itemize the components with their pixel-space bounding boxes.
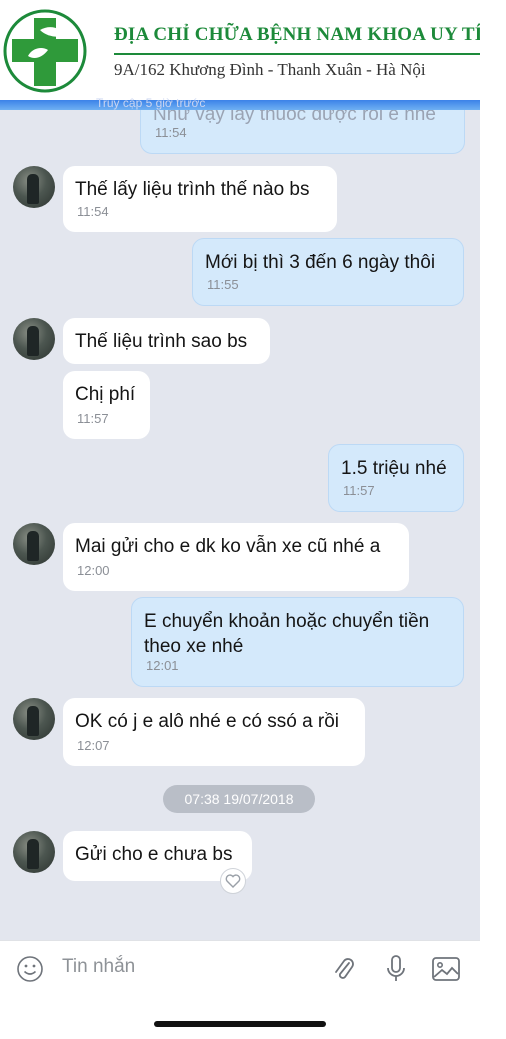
message-bubble-incoming[interactable]: OK có j e alô nhé e có ssó a rồi 12:07: [63, 698, 365, 766]
microphone-icon[interactable]: [380, 953, 412, 985]
chat-area: Như vậy lấy thuốc được rồi e nhé 11:54 T…: [0, 0, 480, 940]
message-time: 11:55: [207, 277, 239, 292]
banner-address: 9A/162 Khương Đình - Thanh Xuân - Hà Nội: [114, 60, 426, 79]
last-seen-text: Truy cập 5 giờ trước: [96, 96, 206, 110]
message-time: 11:57: [343, 483, 375, 498]
message-time: 11:57: [77, 411, 109, 426]
message-input-bar: Tin nhắn: [0, 940, 480, 997]
medical-cross-logo-icon: [3, 9, 87, 93]
date-divider: 07:38 19/07/2018: [163, 785, 315, 813]
banner-divider: [114, 53, 480, 55]
emoji-icon[interactable]: [14, 953, 46, 985]
message-bubble-incoming[interactable]: Thế liệu trình sao bs: [63, 318, 270, 364]
message-text: Gửi cho e chưa bs: [75, 844, 233, 865]
message-text: Thế liệu trình sao bs: [75, 331, 248, 352]
message-input[interactable]: Tin nhắn: [62, 956, 135, 978]
header-bar: [0, 100, 480, 110]
message-text: Mới bị thì 3 đến 6 ngày thôi: [205, 252, 436, 273]
message-bubble-incoming[interactable]: Mai gửi cho e dk ko vẫn xe cũ nhé a 12:0…: [63, 523, 409, 591]
message-text: Thế lấy liệu trình thế nào bs: [75, 179, 310, 200]
message-bubble-outgoing[interactable]: 1.5 triệu nhé 11:57: [328, 444, 464, 512]
message-bubble-incoming[interactable]: Thế lấy liệu trình thế nào bs 11:54: [63, 166, 337, 232]
message-bubble-outgoing[interactable]: E chuyển khoản hoặc chuyển tiền theo xe …: [131, 597, 464, 687]
message-text: Chị phí: [75, 384, 136, 405]
message-text: E chuyển khoản hoặc chuyển tiền theo xe …: [144, 611, 430, 657]
attachment-icon[interactable]: [328, 953, 360, 985]
message-bubble-incoming[interactable]: Chị phí 11:57: [63, 371, 150, 439]
avatar[interactable]: [13, 698, 55, 740]
avatar[interactable]: [13, 523, 55, 565]
banner-title: ĐỊA CHỈ CHỮA BỆNH NAM KHOA UY TÍN: [114, 24, 480, 45]
clinic-banner: ĐỊA CHỈ CHỮA BỆNH NAM KHOA UY TÍN 9A/162…: [0, 0, 480, 100]
home-indicator: [154, 1021, 326, 1027]
avatar[interactable]: [13, 318, 55, 360]
message-time: 12:07: [77, 738, 110, 753]
image-icon[interactable]: [430, 953, 462, 985]
react-heart-icon[interactable]: [220, 868, 246, 894]
message-time: 11:54: [77, 204, 109, 219]
right-margin: [480, 0, 506, 1039]
message-time: 12:01: [146, 658, 179, 673]
message-time: 12:00: [77, 563, 110, 578]
avatar[interactable]: [13, 831, 55, 873]
avatar[interactable]: [13, 166, 55, 208]
message-time: 11:54: [155, 125, 187, 140]
message-bubble-outgoing[interactable]: Mới bị thì 3 đến 6 ngày thôi 11:55: [192, 238, 464, 306]
message-text: OK có j e alô nhé e có ssó a rồi: [75, 711, 340, 732]
message-text: Mai gửi cho e dk ko vẫn xe cũ nhé a: [75, 536, 381, 557]
